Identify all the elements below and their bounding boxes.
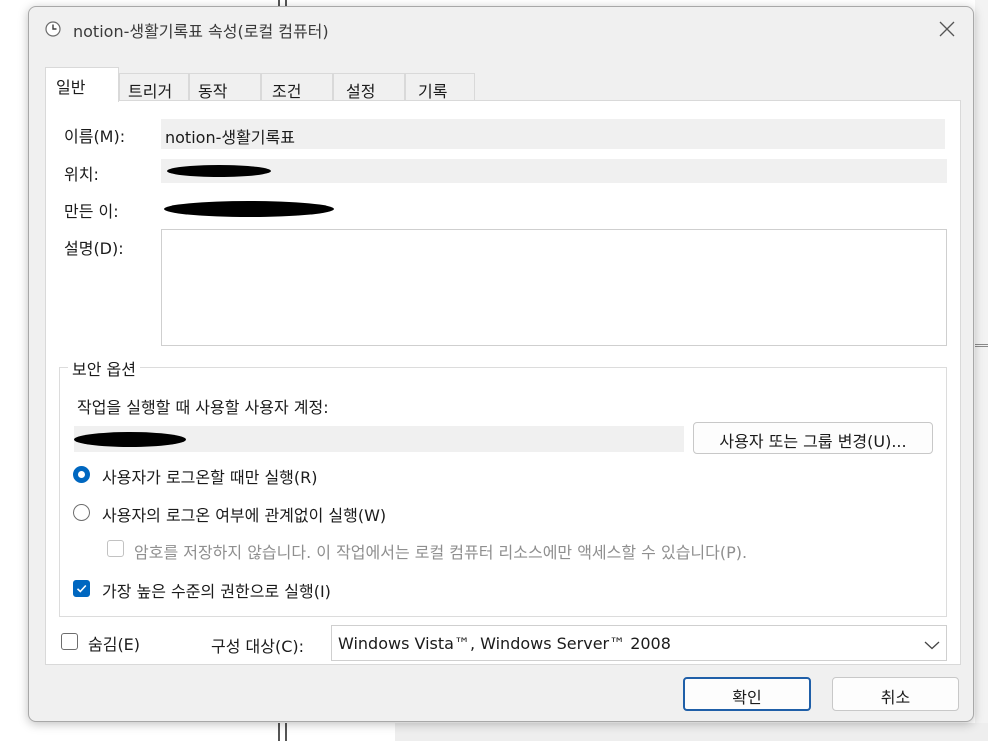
description-label: 설명(D): <box>64 239 124 258</box>
chevron-down-icon <box>924 636 940 650</box>
general-panel: 이름(M): notion-생활기록표 위치: 만든 이: 설명(D): 보안 … <box>45 100 961 665</box>
properties-dialog: notion-생활기록표 속성(로컬 컴퓨터) 일반 트리거 동작 조건 설정 … <box>28 6 974 722</box>
background-window-edge <box>975 0 988 741</box>
radio-run-whether-logged-on-label[interactable]: 사용자의 로그온 여부에 관계없이 실행(W) <box>102 502 386 526</box>
redaction-mark <box>74 432 186 447</box>
tab-settings[interactable]: 설정 <box>333 73 405 101</box>
tab-triggers[interactable]: 트리거 <box>119 73 189 101</box>
hidden-checkbox[interactable] <box>61 633 78 650</box>
name-field[interactable]: notion-생활기록표 <box>161 119 945 149</box>
radio-run-when-logged-on[interactable] <box>73 466 90 483</box>
close-button[interactable] <box>935 17 959 41</box>
description-textarea[interactable] <box>161 229 947 346</box>
location-label: 위치: <box>64 165 99 184</box>
do-not-store-password-label: 암호를 저장하지 않습니다. 이 작업에서는 로컬 컴퓨터 리소스에만 액세스할… <box>134 543 748 562</box>
change-user-button[interactable]: 사용자 또는 그룹 변경(U)... <box>693 422 933 454</box>
tab-history[interactable]: 기록 <box>405 73 475 101</box>
hidden-label[interactable]: 숨김(E) <box>88 631 140 655</box>
author-label: 만든 이: <box>64 202 119 221</box>
background-bar <box>395 723 988 741</box>
ok-button[interactable]: 확인 <box>683 677 811 711</box>
configure-for-dropdown[interactable]: Windows Vista™, Windows Server™ 2008 <box>331 625 947 661</box>
security-options-group: 보안 옵션 작업을 실행할 때 사용할 사용자 계정: 사용자 또는 그룹 변경… <box>59 356 947 617</box>
close-icon <box>939 21 955 37</box>
window-title: notion-생활기록표 속성(로컬 컴퓨터) <box>73 22 329 41</box>
background-divider <box>975 344 988 347</box>
background-splitter-bottom <box>278 723 287 741</box>
radio-run-when-logged-on-label[interactable]: 사용자가 로그온할 때만 실행(R) <box>102 464 318 488</box>
redaction-mark <box>164 201 334 217</box>
location-field[interactable] <box>161 159 947 183</box>
checkmark-icon <box>76 584 87 593</box>
redaction-mark <box>167 165 271 177</box>
cancel-button[interactable]: 취소 <box>832 677 959 711</box>
highest-privileges-label[interactable]: 가장 높은 수준의 권한으로 실행(I) <box>102 578 331 602</box>
tab-general[interactable]: 일반 <box>45 67 119 102</box>
title-bar[interactable]: notion-생활기록표 속성(로컬 컴퓨터) <box>29 7 973 51</box>
configure-for-value: Windows Vista™, Windows Server™ 2008 <box>338 634 671 653</box>
radio-run-whether-logged-on[interactable] <box>73 504 90 521</box>
do-not-store-password-checkbox <box>107 540 124 557</box>
clock-icon <box>45 21 61 37</box>
security-options-title: 보안 옵션 <box>68 356 140 380</box>
configure-for-label: 구성 대상(C): <box>211 637 305 656</box>
user-account-label: 작업을 실행할 때 사용할 사용자 계정: <box>77 398 329 417</box>
tab-conditions[interactable]: 조건 <box>261 73 333 101</box>
tab-actions[interactable]: 동작 <box>189 73 261 101</box>
highest-privileges-checkbox[interactable] <box>73 580 90 597</box>
name-label: 이름(M): <box>64 127 126 146</box>
